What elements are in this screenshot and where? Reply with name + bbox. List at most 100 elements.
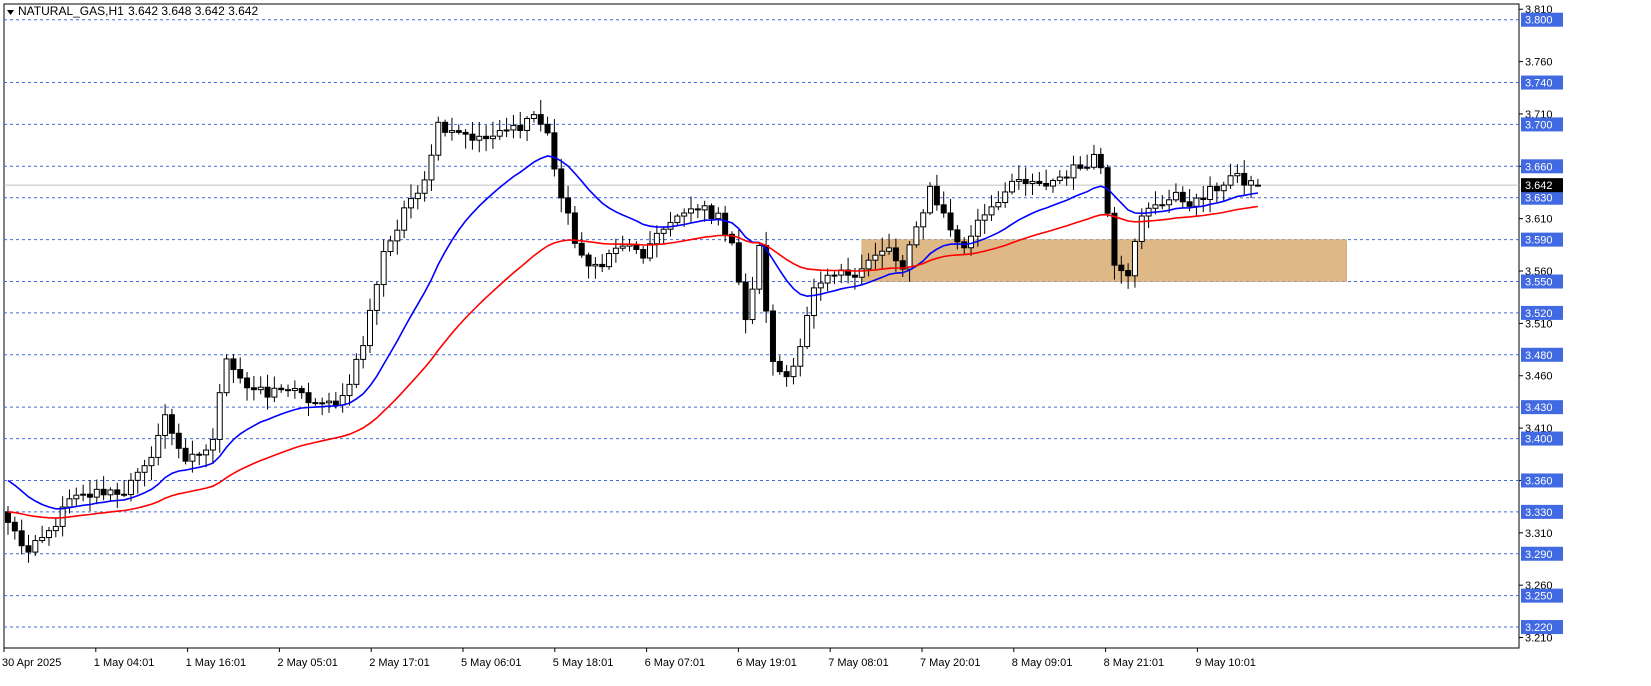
candle-body (722, 212, 729, 235)
candle-body (86, 493, 93, 498)
candle-body (114, 489, 121, 495)
candle-body (503, 129, 510, 132)
candle (927, 182, 934, 216)
candle-body (1241, 172, 1248, 186)
candle-body (32, 540, 39, 553)
candle-body (1056, 176, 1063, 182)
candle-body (872, 254, 879, 261)
candle-body (141, 465, 148, 473)
x-tick-label: 5 May 18:01 (553, 657, 614, 669)
candle-body (715, 212, 722, 220)
candle-body (223, 358, 230, 394)
level-price-label: 3.800 (1525, 15, 1553, 27)
x-tick-label: 7 May 08:01 (828, 657, 889, 669)
support-zone-layer (861, 239, 1347, 282)
y-tick-label: 3.760 (1525, 57, 1553, 69)
candle (435, 116, 442, 161)
support-zone (861, 239, 1347, 282)
plot-area (3, 3, 1520, 649)
candle-body (462, 131, 469, 135)
price-chart[interactable]: 3.8103.7603.7103.6603.6103.5603.5103.460… (0, 0, 1651, 686)
level-price-label: 3.220 (1525, 622, 1553, 634)
candle-body (995, 202, 1002, 208)
candle-body (250, 387, 257, 391)
candle-body (305, 392, 312, 404)
level-price-label: 3.430 (1525, 402, 1553, 414)
candle-body (121, 493, 128, 496)
candle-body (401, 207, 408, 231)
candle-body (592, 263, 599, 267)
candle-body (127, 479, 134, 496)
candle-body (906, 244, 913, 270)
candle-body (1166, 199, 1173, 206)
candle-body (578, 242, 585, 256)
candle-body (353, 358, 360, 385)
candle-body (510, 124, 517, 131)
candle-body (414, 192, 421, 200)
candle-body (1172, 191, 1179, 201)
candle-body (107, 489, 114, 496)
y-tick-label: 3.610 (1525, 214, 1553, 226)
symbol-label: NATURAL_GAS,H1 (18, 4, 124, 18)
candle-body (1111, 212, 1118, 266)
candle-body (366, 309, 373, 347)
candle-body (1234, 172, 1241, 177)
ohlc-label: 3.642 3.648 3.642 3.642 (128, 4, 258, 18)
candle-body (476, 135, 483, 141)
candle-body (1179, 191, 1186, 203)
x-tick-label: 2 May 17:01 (369, 657, 430, 669)
y-tick-label: 3.310 (1525, 528, 1553, 540)
candle-body (483, 135, 490, 140)
candle-body (517, 124, 524, 131)
candle-body (1015, 178, 1022, 182)
candle-body (865, 259, 872, 270)
candle-body (647, 243, 654, 259)
candle-body (244, 377, 251, 389)
candle-body (196, 453, 203, 456)
candle-body (735, 242, 742, 283)
price-axis: 3.8103.7603.7103.6603.6103.5603.5103.460… (1519, 4, 1563, 645)
candle-body (45, 530, 52, 539)
candle-body (988, 206, 995, 216)
candle-body (537, 114, 544, 125)
candle-body (278, 387, 285, 391)
candle-body (831, 274, 838, 277)
candle-body (565, 197, 572, 214)
candle-body (264, 386, 271, 398)
candle-body (66, 498, 73, 508)
candle-body (271, 387, 278, 398)
x-tick-label: 1 May 16:01 (186, 657, 247, 669)
candle-body (230, 358, 237, 371)
x-tick-label: 9 May 10:01 (1195, 657, 1256, 669)
candle-body (1002, 191, 1009, 204)
candle-body (80, 493, 87, 496)
x-tick-label: 1 May 04:01 (94, 657, 155, 669)
candle-body (810, 287, 817, 317)
x-tick-label: 8 May 09:01 (1012, 657, 1073, 669)
candle-body (326, 400, 333, 404)
candle-body (25, 545, 32, 553)
candle-body (1097, 153, 1104, 169)
candle-body (257, 386, 264, 391)
level-price-label: 3.700 (1525, 119, 1553, 131)
y-tick-label: 3.460 (1525, 371, 1553, 383)
level-price-label: 3.400 (1525, 434, 1553, 446)
candle-body (804, 315, 811, 348)
candle-body (892, 247, 899, 262)
candle-body (1009, 180, 1016, 193)
candle-body (763, 245, 770, 312)
x-tick-label: 2 May 05:01 (277, 657, 338, 669)
candle-body (1213, 185, 1220, 192)
candle (756, 242, 763, 295)
candle-body (148, 456, 155, 467)
candle-body (285, 389, 292, 392)
x-tick-label: 6 May 19:01 (736, 657, 797, 669)
level-price-label: 3.740 (1525, 78, 1553, 90)
candle-body (920, 212, 927, 228)
candle-body (974, 219, 981, 237)
x-tick-label: 7 May 20:01 (920, 657, 981, 669)
candle-body (52, 525, 59, 532)
level-price-label: 3.250 (1525, 591, 1553, 603)
candle-body (489, 135, 496, 140)
candle-body (653, 232, 660, 245)
